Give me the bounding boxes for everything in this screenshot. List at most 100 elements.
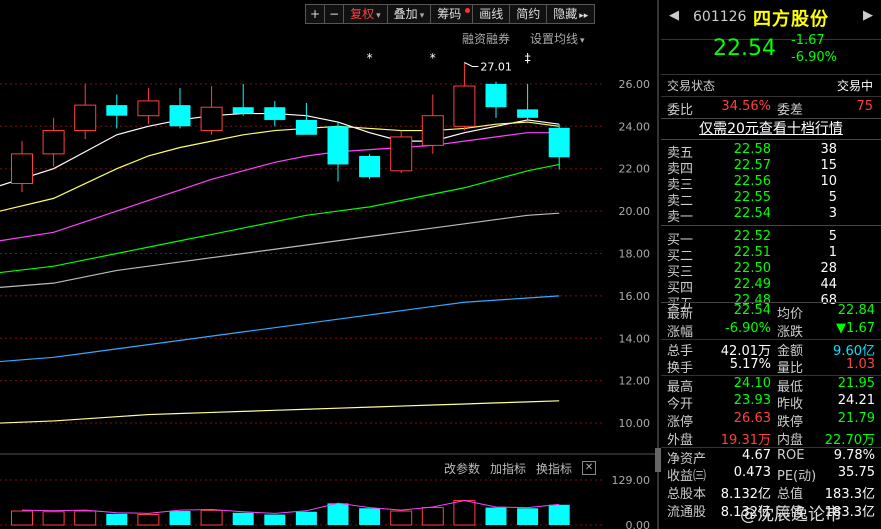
volume-bar — [517, 508, 539, 525]
stat-value: 0.473 — [733, 465, 771, 480]
candle-body — [327, 126, 349, 165]
ask-list: 卖五 22.58 38 卖四 22.57 15 卖三 22.56 10 卖二 22.55 5 卖一 22.… — [661, 142, 881, 225]
volume-bar — [232, 512, 254, 525]
bid-row[interactable]: 买四 22.49 44 — [661, 277, 881, 296]
order-book: 卖五 22.58 38 卖四 22.57 15 卖三 22.56 10 卖二 22.55 5 卖一 22.… — [661, 142, 881, 312]
hide-label: 隐藏 — [553, 7, 578, 21]
next-stock-icon[interactable]: ▶ — [863, 8, 873, 23]
bid-price: 22.50 — [733, 261, 771, 276]
y-tick-label: 24.00 — [619, 120, 651, 133]
y-tick-label: 14.00 — [619, 332, 651, 345]
prev-stock-icon[interactable]: ◀ — [669, 8, 679, 23]
candle-body — [421, 115, 444, 146]
last-price: 22.54 — [713, 36, 776, 61]
close-icon[interactable]: ✕ — [582, 461, 597, 475]
ma-setting-dropdown[interactable]: 设置均线 ▾ — [530, 30, 585, 47]
fuquan-label: 复权 — [350, 7, 375, 21]
y-tick-label: 12.00 — [619, 375, 651, 388]
bid-row[interactable]: 买三 22.50 28 — [661, 261, 881, 280]
y-tick-label: 26.00 — [619, 78, 651, 91]
candle-body — [106, 105, 128, 116]
overlay-dropdown[interactable]: 叠加 ▾ — [387, 4, 432, 24]
stat-value: 19.31万 — [720, 433, 771, 448]
event-marker-icon: ‡ — [525, 51, 531, 65]
ask-row[interactable]: 卖四 22.57 15 — [661, 158, 881, 177]
stats-row: 最高 24.10 最低 21.95 — [661, 375, 881, 395]
price-chart[interactable]: 26.00 24.00 22.00 20.00 18.00 16.00 14.00 12.00… — [0, 0, 660, 529]
ask-volume: 15 — [820, 158, 837, 173]
volume-bar — [169, 511, 191, 525]
ask-volume: 10 — [820, 174, 837, 189]
fuquan-dropdown[interactable]: 复权 ▾ — [344, 4, 388, 24]
stats-row: 净资产 4.67 ROE 9.78% — [661, 447, 881, 467]
chart-toolbar: + − 复权 ▾ 叠加 ▾ 筹码 画线 简约 隐藏 ▸▸ — [305, 4, 596, 24]
bid-volume: 44 — [820, 277, 837, 292]
chip-button[interactable]: 筹码 — [431, 4, 474, 24]
volume-bar — [548, 504, 570, 525]
stock-code: 601126 — [693, 9, 747, 25]
bid-row[interactable]: 买二 22.51 1 — [661, 245, 881, 264]
hide-panel-button[interactable]: 隐藏 ▸▸ — [547, 4, 596, 24]
watermark-text: @沈辰逸论市 — [740, 505, 842, 525]
ask-volume: 3 — [828, 206, 837, 221]
ten-level-quote-link[interactable]: 仅需20元查看十档行情 — [661, 118, 881, 140]
moving-average-line — [0, 400, 560, 424]
stock-name: 四方股份 — [753, 9, 829, 30]
volume-bar — [453, 500, 476, 526]
stat-label: 量比 — [777, 361, 804, 376]
zoom-in-button[interactable]: + — [305, 4, 326, 24]
ask-row[interactable]: 卖五 22.58 38 — [661, 142, 881, 161]
y-tick-label: 10.00 — [619, 417, 651, 430]
high-price-label: 27.01 — [480, 61, 512, 74]
volume-bar — [200, 509, 223, 526]
bid-row[interactable]: 买一 22.52 5 — [661, 229, 881, 248]
stat-label: PE(动) — [777, 469, 817, 484]
stat-value: 22.70万 — [824, 433, 875, 448]
volume-tick-label: 129.00 — [612, 474, 651, 487]
moving-average-line — [0, 132, 560, 242]
ask-volume: 5 — [828, 190, 837, 205]
stats-table: 最新 22.54 均价 22.84 涨幅 -6.90% 涨跌 ▼1.67 总手 42.01万 金额 9… — [661, 302, 881, 520]
weicha-value: 75 — [856, 99, 873, 114]
volume-bar — [11, 510, 33, 526]
kline-chart-area[interactable]: 26.00 24.00 22.00 20.00 18.00 16.00 14.00 12.00… — [0, 0, 660, 529]
draw-line-button[interactable]: 画线 — [473, 4, 511, 24]
ask-row[interactable]: 卖二 22.55 5 — [661, 190, 881, 209]
candle-body — [74, 104, 97, 132]
stat-value: -6.90% — [725, 321, 771, 336]
stats-row: 收益㈢ 0.473 PE(动) 35.75 — [661, 465, 881, 484]
zoom-out-button[interactable]: − — [325, 4, 345, 24]
ask-row[interactable]: 卖一 22.54 3 — [661, 206, 881, 225]
ask-row[interactable]: 卖三 22.56 10 — [661, 174, 881, 193]
quote-panel: ◀ 601126 四方股份 ▶ 22.54 -1.67 -6.90% 交易状态 … — [661, 0, 881, 529]
ask-price: 22.54 — [733, 206, 771, 221]
stat-label: 外盘 — [667, 433, 694, 448]
candle-body — [453, 85, 476, 127]
volume-bar — [327, 503, 349, 525]
stat-label: 最新 — [667, 307, 694, 322]
stats-row: 外盘 19.31万 内盘 22.70万 — [661, 429, 881, 448]
switch-indicator-button[interactable]: 换指标 — [536, 460, 572, 477]
simple-mode-button[interactable]: 简约 — [510, 4, 548, 24]
stat-value: 21.79 — [837, 411, 875, 426]
stat-label: 内盘 — [777, 433, 804, 448]
candle-body — [295, 119, 317, 135]
candle-body — [200, 106, 223, 132]
book-divider — [661, 225, 881, 226]
volume-bar — [295, 511, 317, 525]
ma-setting-label: 设置均线 — [530, 32, 579, 46]
stat-value: 26.63 — [733, 411, 771, 426]
stat-value: 1.03 — [846, 357, 875, 372]
candle-body — [517, 109, 539, 118]
volume-bar — [137, 514, 160, 526]
stats-row: 总股本 8.132亿 总值 183.3亿 — [661, 483, 881, 502]
bid-price: 22.52 — [733, 229, 771, 244]
double-chevron-right-icon: ▸▸ — [579, 11, 589, 21]
margin-trading-link[interactable]: 融资融券 — [462, 30, 510, 47]
candle-body — [42, 130, 65, 155]
candle-body — [169, 105, 191, 127]
change-param-button[interactable]: 改参数 — [444, 460, 480, 477]
add-indicator-button[interactable]: 加指标 — [490, 460, 526, 477]
status-label: 交易状态 — [667, 79, 716, 93]
moving-average-line — [0, 212, 560, 288]
